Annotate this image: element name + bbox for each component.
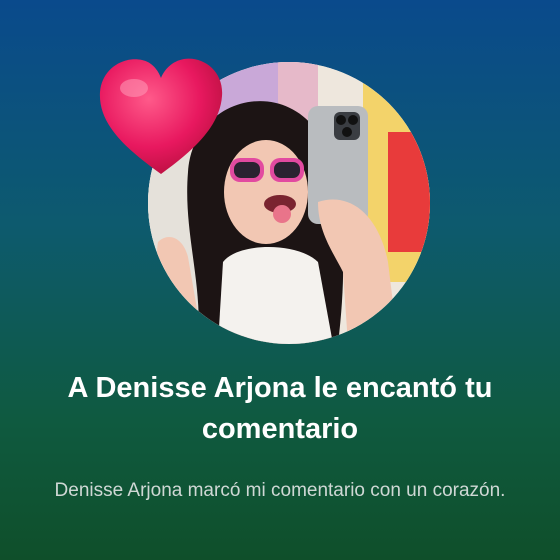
heart-icon bbox=[96, 54, 226, 180]
notification-title: A Denisse Arjona le encantó tu comentari… bbox=[67, 372, 493, 445]
notification-body: Denisse Arjona marcó mi comentario con u… bbox=[54, 480, 506, 501]
